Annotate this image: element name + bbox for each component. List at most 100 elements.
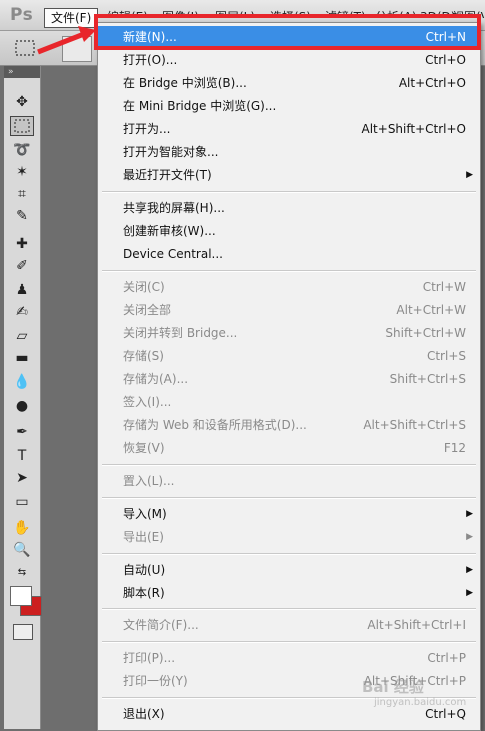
menu-item-label: 退出(X) [123,707,165,721]
menu-item-browse-mini-bridge[interactable]: 在 Mini Bridge 中浏览(G)... [98,95,480,117]
menu-item-label: 关闭(C) [123,280,165,294]
eraser-tool-icon[interactable]: ▱ [10,326,34,346]
annotation-arrow-icon [37,26,96,55]
gradient-tool-icon[interactable]: ▬ [10,348,34,368]
menu-item-shortcut: F12 [443,441,466,455]
menu-item-check-in: 签入(I)... [98,391,480,413]
menu-item-shortcut: Alt+Shift+Ctrl+O [361,122,466,136]
menu-item-shortcut: Ctrl+O [425,53,466,67]
shape-tool-icon[interactable]: ▭ [10,492,34,512]
menu-item-shortcut: Alt+Shift+Ctrl+I [367,618,466,632]
foreground-color-swatch[interactable] [10,586,32,606]
menu-item-label: 在 Bridge 中浏览(B)... [123,76,247,90]
menu-item-automate[interactable]: 自动(U) ▶ [98,559,480,581]
menu-item-label: 共享我的屏幕(H)... [123,201,225,215]
menu-item-label: 恢复(V) [123,441,165,455]
menu-item-open[interactable]: 打开(O)... Ctrl+O [98,49,480,71]
tools-collapse-icon[interactable]: » [4,66,40,78]
menu-item-label: 最近打开文件(T) [123,168,212,182]
menu-item-save: 存储(S) Ctrl+S [98,345,480,367]
menu-item-label: 关闭全部 [123,303,172,317]
move-tool-icon[interactable]: ✥ [10,92,34,112]
menu-item-shortcut: Alt+Shift+Ctrl+S [363,418,466,432]
menu-item-share-screen[interactable]: 共享我的屏幕(H)... [98,197,480,219]
submenu-arrow-icon: ▶ [466,509,473,519]
watermark-logo: Bai 经验 [362,678,424,696]
menu-separator [102,270,476,272]
menu-item-shortcut: Alt+Ctrl+O [398,76,466,90]
menu-item-label: 打开(O)... [123,53,178,67]
menu-item-save-as: 存储为(A)... Shift+Ctrl+S [98,368,480,390]
menu-item-create-review[interactable]: 创建新审核(W)... [98,220,480,242]
blur-tool-icon[interactable]: 💧 [10,372,34,392]
menu-item-label: 文件简介(F)... [123,618,199,632]
lasso-tool-icon[interactable]: ➰ [10,140,34,160]
submenu-arrow-icon: ▶ [466,565,473,575]
menu-item-label: 置入(L)... [123,474,175,488]
photoshop-logo: Ps [10,5,34,25]
hand-tool-icon[interactable]: ✋ [10,518,34,538]
menu-item-open-as-smart-object[interactable]: 打开为智能对象... [98,141,480,163]
zoom-tool-icon[interactable]: 🔍 [10,540,34,560]
menu-item-label: 打开为智能对象... [123,145,219,159]
menu-item-shortcut: Ctrl+S [426,349,466,363]
menu-item-label: 自动(U) [123,563,166,577]
menu-item-device-central[interactable]: Device Central... [98,243,480,265]
history-brush-tool-icon[interactable]: ✍ [10,302,34,322]
marquee-tool-icon[interactable] [10,116,34,136]
menu-item-label: 存储为 Web 和设备所用格式(D)... [123,418,307,432]
menu-item-browse-bridge[interactable]: 在 Bridge 中浏览(B)... Alt+Ctrl+O [98,72,480,94]
crop-tool-icon[interactable]: ⌗ [10,184,34,204]
menu-item-place: 置入(L)... [98,470,480,492]
menu-item-shortcut: Ctrl+W [422,280,466,294]
menu-separator [102,608,476,610]
menu-item-label: 打印一份(Y) [123,674,188,688]
menu-item-save-for-web: 存储为 Web 和设备所用格式(D)... Alt+Shift+Ctrl+S [98,414,480,436]
menu-item-label: 创建新审核(W)... [123,224,216,238]
menu-item-label: 签入(I)... [123,395,172,409]
menu-item-scripts[interactable]: 脚本(R) ▶ [98,582,480,604]
annotation-highlight-box [94,14,481,50]
menu-item-shortcut: Shift+Ctrl+S [389,372,466,386]
menu-item-label: 存储(S) [123,349,164,363]
swap-colors-icon[interactable]: ⇆ [10,562,34,582]
menu-item-shortcut: Ctrl+P [427,651,466,665]
pen-tool-icon[interactable]: ✒ [10,422,34,442]
magic-wand-tool-icon[interactable]: ✶ [10,162,34,182]
menu-item-shortcut: Shift+Ctrl+W [385,326,466,340]
menu-item-print: 打印(P)... Ctrl+P [98,647,480,669]
menu-separator [102,641,476,643]
menu-item-label: 打印(P)... [123,651,176,665]
menu-item-open-as[interactable]: 打开为... Alt+Shift+Ctrl+O [98,118,480,140]
dodge-tool-icon[interactable]: ● [10,396,34,416]
menu-item-recent-files[interactable]: 最近打开文件(T) ▶ [98,164,480,186]
type-tool-icon[interactable]: T [10,446,34,466]
menu-item-label: 打开为... [123,122,171,136]
menu-separator [102,553,476,555]
menu-item-export: 导出(E) ▶ [98,526,480,548]
menu-separator [102,497,476,499]
menu-item-label: 导入(M) [123,507,167,521]
menu-separator [102,191,476,193]
menu-item-label: 在 Mini Bridge 中浏览(G)... [123,99,277,113]
submenu-arrow-icon: ▶ [466,588,473,598]
menu-item-close-all: 关闭全部 Alt+Ctrl+W [98,299,480,321]
menu-item-import[interactable]: 导入(M) ▶ [98,503,480,525]
menu-item-shortcut: Alt+Ctrl+W [396,303,466,317]
menu-item-label: Device Central... [123,247,223,261]
healing-brush-tool-icon[interactable]: ✚ [10,234,34,254]
brush-tool-icon[interactable]: ✐ [10,256,34,276]
menu-item-close: 关闭(C) Ctrl+W [98,276,480,298]
submenu-arrow-icon: ▶ [466,170,473,180]
menu-item-label: 导出(E) [123,530,164,544]
submenu-arrow-icon: ▶ [466,532,473,542]
menu-item-close-goto-bridge: 关闭并转到 Bridge... Shift+Ctrl+W [98,322,480,344]
clone-stamp-tool-icon[interactable]: ♟ [10,280,34,300]
menu-separator [102,464,476,466]
rectangular-marquee-icon[interactable] [14,39,36,57]
path-selection-tool-icon[interactable]: ➤ [10,468,34,488]
eyedropper-tool-icon[interactable]: ✎ [10,206,34,226]
quick-mask-icon[interactable] [13,624,33,640]
tools-panel: » ✥ ➰ ✶ ⌗ ✎ ✚ ✐ ♟ ✍ ▱ ▬ 💧 ● ✒ T ➤ ▭ ✋ 🔍 … [4,66,42,729]
file-menu-dropdown: 新建(N)... Ctrl+N 打开(O)... Ctrl+O 在 Bridge 中浏览… [97,22,481,731]
